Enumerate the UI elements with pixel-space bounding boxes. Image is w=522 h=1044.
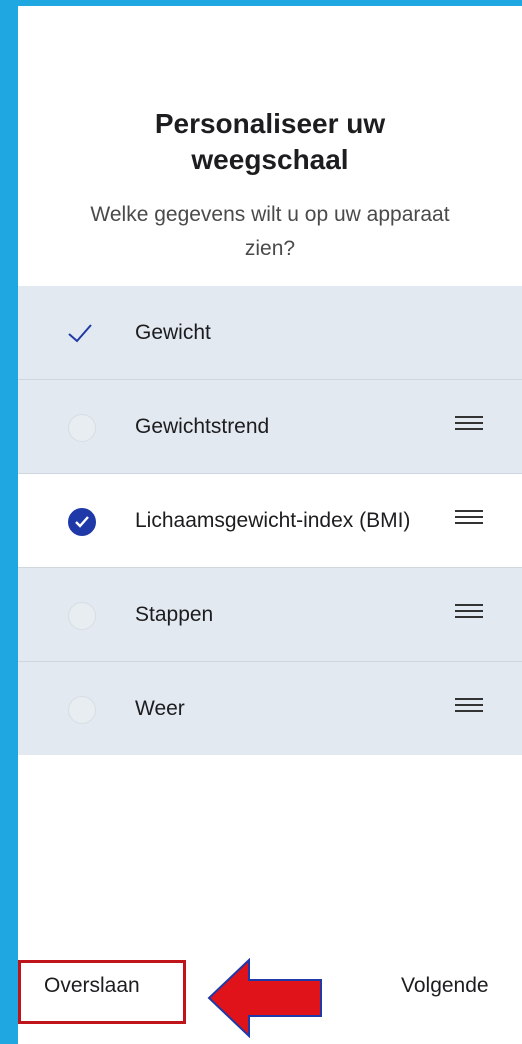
list-item-label: Weer: [135, 696, 185, 720]
app-screen: Personaliseer uw weegschaal Welke gegeve…: [18, 6, 522, 1044]
checkbox[interactable]: [68, 602, 96, 630]
list-item-label: Gewicht: [135, 320, 211, 344]
skip-button[interactable]: Overslaan: [44, 974, 140, 998]
drag-handle-icon[interactable]: [455, 698, 485, 718]
footer-bar: Overslaan Volgende: [18, 958, 522, 1044]
list-item-label: Stappen: [135, 602, 214, 626]
drag-handle-icon[interactable]: [455, 604, 485, 624]
data-options-list: Gewicht Gewichtstrend Lichaamsgewicht-in…: [18, 286, 522, 755]
page-subtitle: Welke gegevens wilt u op uw apparaat zie…: [90, 203, 450, 260]
check-icon: [75, 516, 89, 528]
list-item-weer[interactable]: Weer: [18, 662, 522, 755]
drag-handle-icon[interactable]: [455, 416, 485, 436]
list-item-stappen[interactable]: Stappen: [18, 568, 522, 662]
drag-handle-icon[interactable]: [455, 510, 485, 530]
checkbox[interactable]: [68, 414, 96, 442]
checkbox-checked[interactable]: [68, 508, 96, 536]
list-item-bmi[interactable]: Lichaamsgewicht-index (BMI): [18, 474, 522, 568]
page-title: Personaliseer uw weegschaal: [154, 108, 386, 175]
list-item-gewicht: Gewicht: [18, 286, 522, 380]
list-item-gewichtstrend[interactable]: Gewichtstrend: [18, 380, 522, 474]
checkbox[interactable]: [68, 696, 96, 724]
checkmark-icon: [66, 319, 94, 347]
annotation-arrow-icon: [207, 958, 322, 1038]
header: Personaliseer uw weegschaal Welke gegeve…: [18, 6, 522, 286]
next-button[interactable]: Volgende: [401, 974, 489, 998]
list-item-label: Lichaamsgewicht-index (BMI): [135, 508, 411, 532]
list-item-label: Gewichtstrend: [135, 414, 270, 438]
